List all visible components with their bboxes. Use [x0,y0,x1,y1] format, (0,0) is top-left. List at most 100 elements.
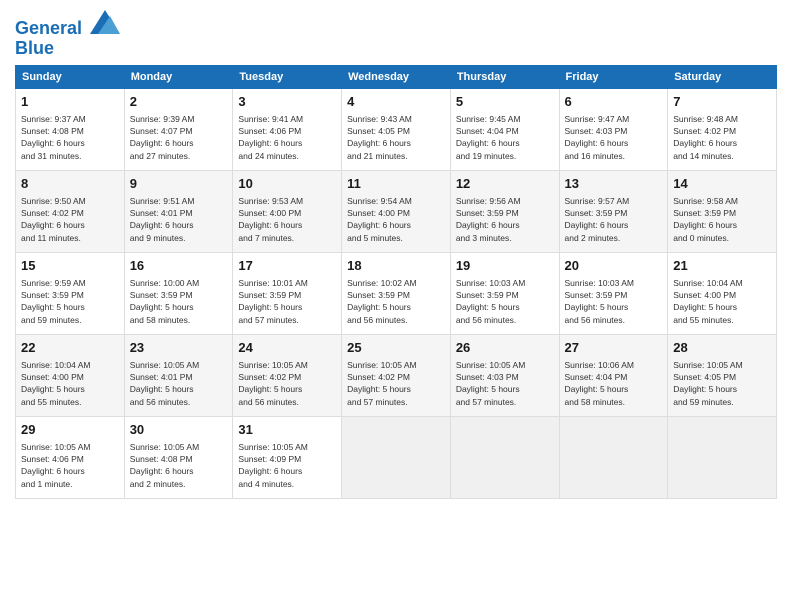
weekday-header-tuesday: Tuesday [233,65,342,88]
calendar-cell: 24 Sunrise: 10:05 AM Sunset: 4:02 PM Dayl… [233,334,342,416]
calendar-cell: 29 Sunrise: 10:05 AM Sunset: 4:06 PM Dayl… [16,416,125,498]
day-number: 5 [456,93,554,111]
day-info: Sunrise: 10:05 AM Sunset: 4:06 PM Daylig… [21,441,119,490]
day-number: 3 [238,93,336,111]
day-info: Sunrise: 9:53 AM Sunset: 4:00 PM Dayligh… [238,195,336,244]
logo: General Blue [15,10,120,59]
calendar-cell: 9 Sunrise: 9:51 AM Sunset: 4:01 PM Daylig… [124,170,233,252]
day-info: Sunrise: 10:04 AM Sunset: 4:00 PM Daylig… [21,359,119,408]
day-info: Sunrise: 10:05 AM Sunset: 4:02 PM Daylig… [347,359,445,408]
calendar-cell: 14Sunrise: 9:58 AM Sunset: 3:59 PM Dayli… [668,170,777,252]
weekday-header-row: SundayMondayTuesdayWednesdayThursdayFrid… [16,65,777,88]
logo-blue: Blue [15,39,120,59]
calendar-cell: 5 Sunrise: 9:45 AM Sunset: 4:04 PM Daylig… [450,88,559,170]
calendar-cell: 8 Sunrise: 9:50 AM Sunset: 4:02 PM Daylig… [16,170,125,252]
calendar-cell: 27 Sunrise: 10:06 AM Sunset: 4:04 PM Dayl… [559,334,668,416]
day-info: Sunrise: 10:04 AM Sunset: 4:00 PM Daylig… [673,277,771,326]
day-number: 28 [673,339,771,357]
calendar-cell [342,416,451,498]
day-info: Sunrise: 10:05 AM Sunset: 4:01 PM Daylig… [130,359,228,408]
day-number: 17 [238,257,336,275]
weekday-header-sunday: Sunday [16,65,125,88]
calendar-cell: 17 Sunrise: 10:01 AM Sunset: 3:59 PM Dayl… [233,252,342,334]
logo-icon [90,10,120,34]
day-number: 9 [130,175,228,193]
day-info: Sunrise: 10:00 AM Sunset: 3:59 PM Daylig… [130,277,228,326]
calendar-cell: 30Sunrise: 10:05 AM Sunset: 4:08 PM Dayl… [124,416,233,498]
day-info: Sunrise: 9:47 AM Sunset: 4:03 PM Dayligh… [565,113,663,162]
day-number: 26 [456,339,554,357]
day-number: 19 [456,257,554,275]
calendar-table: SundayMondayTuesdayWednesdayThursdayFrid… [15,65,777,499]
day-info: Sunrise: 9:45 AM Sunset: 4:04 PM Dayligh… [456,113,554,162]
day-number: 25 [347,339,445,357]
day-number: 14 [673,175,771,193]
day-number: 23 [130,339,228,357]
calendar-cell: 12 Sunrise: 9:56 AM Sunset: 3:59 PM Dayli… [450,170,559,252]
day-number: 15 [21,257,119,275]
day-info: Sunrise: 9:39 AM Sunset: 4:07 PM Dayligh… [130,113,228,162]
day-info: Sunrise: 9:50 AM Sunset: 4:02 PM Dayligh… [21,195,119,244]
day-number: 16 [130,257,228,275]
calendar-week-4: 22Sunrise: 10:04 AM Sunset: 4:00 PM Dayl… [16,334,777,416]
calendar-cell: 6 Sunrise: 9:47 AM Sunset: 4:03 PM Daylig… [559,88,668,170]
day-info: Sunrise: 10:05 AM Sunset: 4:02 PM Daylig… [238,359,336,408]
day-number: 20 [565,257,663,275]
calendar-cell: 10Sunrise: 9:53 AM Sunset: 4:00 PM Dayli… [233,170,342,252]
calendar-cell: 22Sunrise: 10:04 AM Sunset: 4:00 PM Dayl… [16,334,125,416]
calendar-cell: 16 Sunrise: 10:00 AM Sunset: 3:59 PM Dayl… [124,252,233,334]
day-info: Sunrise: 10:06 AM Sunset: 4:04 PM Daylig… [565,359,663,408]
calendar-cell: 13 Sunrise: 9:57 AM Sunset: 3:59 PM Dayli… [559,170,668,252]
calendar-cell [450,416,559,498]
calendar-week-3: 15 Sunrise: 9:59 AM Sunset: 3:59 PM Dayli… [16,252,777,334]
day-info: Sunrise: 9:57 AM Sunset: 3:59 PM Dayligh… [565,195,663,244]
weekday-header-wednesday: Wednesday [342,65,451,88]
day-number: 29 [21,421,119,439]
day-info: Sunrise: 9:41 AM Sunset: 4:06 PM Dayligh… [238,113,336,162]
calendar-cell: 11 Sunrise: 9:54 AM Sunset: 4:00 PM Dayli… [342,170,451,252]
day-info: Sunrise: 10:05 AM Sunset: 4:09 PM Daylig… [238,441,336,490]
calendar-cell: 3 Sunrise: 9:41 AM Sunset: 4:06 PM Daylig… [233,88,342,170]
calendar-cell: 18 Sunrise: 10:02 AM Sunset: 3:59 PM Dayl… [342,252,451,334]
calendar-cell: 23 Sunrise: 10:05 AM Sunset: 4:01 PM Dayl… [124,334,233,416]
day-number: 8 [21,175,119,193]
calendar-cell: 31 Sunrise: 10:05 AM Sunset: 4:09 PM Dayl… [233,416,342,498]
calendar-cell [559,416,668,498]
day-number: 6 [565,93,663,111]
calendar-cell: 19 Sunrise: 10:03 AM Sunset: 3:59 PM Dayl… [450,252,559,334]
day-number: 18 [347,257,445,275]
day-info: Sunrise: 10:05 AM Sunset: 4:05 PM Daylig… [673,359,771,408]
calendar-cell: 7Sunrise: 9:48 AM Sunset: 4:02 PM Daylig… [668,88,777,170]
day-number: 24 [238,339,336,357]
calendar-cell: 25 Sunrise: 10:05 AM Sunset: 4:02 PM Dayl… [342,334,451,416]
weekday-header-saturday: Saturday [668,65,777,88]
logo-text: General [15,10,120,39]
calendar-cell: 2 Sunrise: 9:39 AM Sunset: 4:07 PM Daylig… [124,88,233,170]
day-number: 12 [456,175,554,193]
calendar-cell: 28 Sunrise: 10:05 AM Sunset: 4:05 PM Dayl… [668,334,777,416]
page: General Blue SundayMondayTuesdayWednesda… [0,0,792,612]
day-info: Sunrise: 10:01 AM Sunset: 3:59 PM Daylig… [238,277,336,326]
day-info: Sunrise: 10:05 AM Sunset: 4:08 PM Daylig… [130,441,228,490]
day-number: 31 [238,421,336,439]
day-info: Sunrise: 10:03 AM Sunset: 3:59 PM Daylig… [565,277,663,326]
day-info: Sunrise: 9:51 AM Sunset: 4:01 PM Dayligh… [130,195,228,244]
day-number: 4 [347,93,445,111]
day-number: 11 [347,175,445,193]
day-number: 13 [565,175,663,193]
day-info: Sunrise: 9:54 AM Sunset: 4:00 PM Dayligh… [347,195,445,244]
day-info: Sunrise: 9:37 AM Sunset: 4:08 PM Dayligh… [21,113,119,162]
day-info: Sunrise: 10:02 AM Sunset: 3:59 PM Daylig… [347,277,445,326]
calendar-week-1: 1 Sunrise: 9:37 AM Sunset: 4:08 PM Daylig… [16,88,777,170]
day-number: 1 [21,93,119,111]
day-number: 21 [673,257,771,275]
day-info: Sunrise: 9:56 AM Sunset: 3:59 PM Dayligh… [456,195,554,244]
header: General Blue [15,10,777,59]
day-info: Sunrise: 10:03 AM Sunset: 3:59 PM Daylig… [456,277,554,326]
calendar-cell: 15 Sunrise: 9:59 AM Sunset: 3:59 PM Dayli… [16,252,125,334]
calendar-cell [668,416,777,498]
day-number: 2 [130,93,228,111]
day-info: Sunrise: 9:59 AM Sunset: 3:59 PM Dayligh… [21,277,119,326]
day-number: 27 [565,339,663,357]
calendar-week-2: 8 Sunrise: 9:50 AM Sunset: 4:02 PM Daylig… [16,170,777,252]
